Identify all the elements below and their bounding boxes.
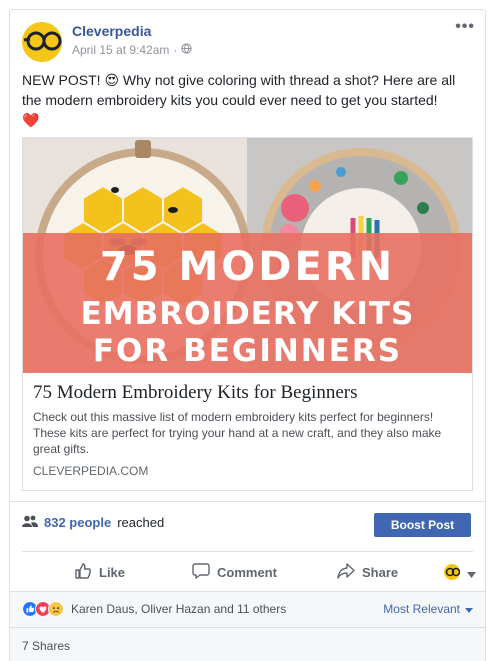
- boost-post-button[interactable]: Boost Post: [374, 513, 471, 537]
- like-button[interactable]: Like: [74, 562, 125, 583]
- post-text-line: NEW POST! 😍 Why not give coloring with t…: [22, 72, 456, 88]
- link-preview[interactable]: 75 MODERN EMBROIDERY KITS FOR BEGINNERS …: [22, 137, 473, 491]
- reach-info: 832 people reached: [22, 515, 164, 530]
- like-thumb-icon: [74, 562, 92, 583]
- image-title-line: 75 MODERN: [99, 244, 396, 290]
- post-message: NEW POST! 😍 Why not give coloring with t…: [22, 70, 477, 130]
- post-text-line: the modern embroidery kits you could eve…: [22, 92, 438, 108]
- comment-bubble-icon: [192, 562, 210, 583]
- page-name-link[interactable]: Cleverpedia: [72, 23, 151, 39]
- caret-down-icon: [465, 602, 473, 616]
- actor-selector[interactable]: [444, 564, 476, 583]
- like-label: Like: [99, 565, 126, 580]
- link-preview-image[interactable]: 75 MODERN EMBROIDERY KITS FOR BEGINNERS: [23, 138, 472, 373]
- share-label: Share: [362, 565, 399, 580]
- comment-sort-dropdown[interactable]: Most Relevant: [383, 602, 473, 616]
- post-card: Cleverpedia April 15 at 9:42am · ••• NEW…: [9, 9, 486, 661]
- caret-down-icon: [467, 566, 476, 581]
- page-actor-avatar: [444, 564, 461, 583]
- sad-reaction-icon: [48, 601, 64, 617]
- post-timestamp[interactable]: April 15 at 9:42am: [72, 43, 169, 57]
- shares-count[interactable]: 7 Shares: [22, 639, 70, 653]
- reach-bar: 832 people reached Boost Post: [10, 501, 485, 551]
- comment-button[interactable]: Comment: [192, 562, 277, 583]
- image-title-line: FOR BEGINNERS: [92, 333, 403, 369]
- link-title[interactable]: 75 Modern Embroidery Kits for Beginners: [33, 382, 358, 404]
- more-options-button[interactable]: •••: [455, 19, 475, 35]
- share-button[interactable]: Share: [337, 562, 398, 583]
- meta-separator: ·: [173, 43, 178, 57]
- action-bar: Like Comment Share: [22, 551, 476, 591]
- heart-emoji: ❤️: [22, 112, 40, 128]
- reach-suffix: reached: [117, 515, 165, 530]
- reaction-summary[interactable]: Karen Daus, Oliver Hazan and 11 others: [22, 601, 286, 617]
- people-icon: [22, 515, 38, 530]
- share-arrow-icon: [337, 562, 355, 583]
- reaction-names[interactable]: Karen Daus, Oliver Hazan and 11 others: [71, 602, 286, 616]
- reach-count[interactable]: 832 people: [44, 515, 111, 530]
- image-title-line: EMBROIDERY KITS: [80, 296, 415, 332]
- shares-bar: 7 Shares: [10, 627, 485, 661]
- link-domain: CLEVERPEDIA.COM: [33, 464, 149, 478]
- link-description: Check out this massive list of modern em…: [33, 410, 442, 456]
- page-avatar[interactable]: [22, 22, 62, 62]
- globe-icon[interactable]: [181, 43, 193, 57]
- reactions-bar: Karen Daus, Oliver Hazan and 11 others M…: [10, 591, 485, 627]
- post-meta: April 15 at 9:42am ·: [72, 43, 193, 57]
- cleverpedia-logo: [22, 22, 62, 62]
- comment-label: Comment: [217, 565, 277, 580]
- sort-label: Most Relevant: [383, 602, 460, 616]
